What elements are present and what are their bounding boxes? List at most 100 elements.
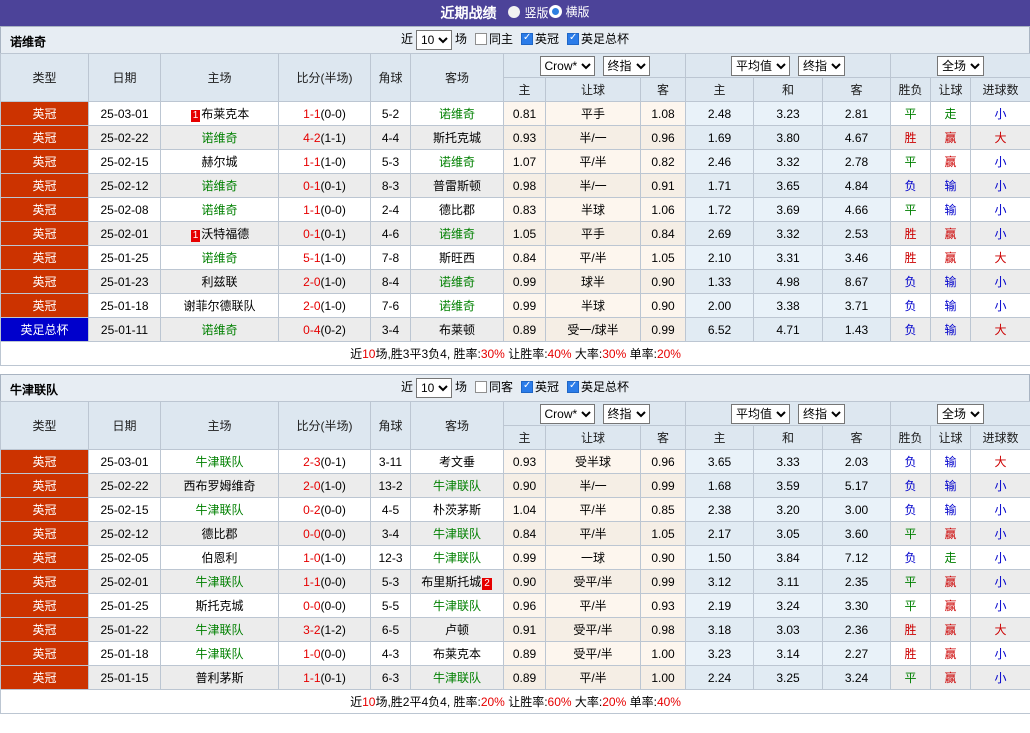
away-team[interactable]: 斯旺西 [410,245,504,270]
score[interactable]: 1-1(0-0) [278,569,371,594]
away-team[interactable]: 诺维奇 [410,101,504,126]
home-team[interactable]: 德比郡 [160,521,279,546]
scope-select[interactable]: 全场 [937,55,985,76]
away-team[interactable]: 牛津联队 [410,665,504,690]
league-type[interactable]: 英冠 [0,197,89,222]
score[interactable]: 0-1(0-1) [278,221,371,246]
odds-time-select[interactable]: 终指 [602,403,650,424]
league-type[interactable]: 英冠 [0,521,89,546]
league-type[interactable]: 英冠 [0,545,89,570]
home-team[interactable]: 伯恩利 [160,545,279,570]
score[interactable]: 2-0(1-0) [278,293,371,318]
home-team[interactable]: 牛津联队 [160,497,279,522]
score[interactable]: 1-0(0-0) [278,641,371,666]
same-venue-checkbox[interactable] [474,33,487,46]
games-count-select[interactable]: 10 [415,30,452,50]
home-team[interactable]: 牛津联队 [160,449,279,474]
scope-select[interactable]: 全场 [937,403,985,424]
home-team[interactable]: 牛津联队 [160,641,279,666]
bookmaker-select[interactable]: Crow* [539,403,595,424]
score[interactable]: 1-1(0-1) [278,665,371,690]
same-venue-checkbox[interactable] [474,381,487,394]
league-type[interactable]: 英冠 [0,101,89,126]
score[interactable]: 0-0(0-0) [278,593,371,618]
score[interactable]: 2-3(0-1) [278,449,371,474]
average-time-select[interactable]: 终指 [798,55,846,76]
layout-radio-option-horizontal[interactable]: 横版 [548,3,590,20]
score[interactable]: 3-2(1-2) [278,617,371,642]
home-team[interactable]: 牛津联队 [160,617,279,642]
league-facup-checked-checkbox[interactable] [567,32,580,46]
games-count-select[interactable]: 10 [415,378,452,398]
home-team[interactable]: 西布罗姆维奇 [160,473,279,498]
league-type[interactable]: 英冠 [0,665,89,690]
score[interactable]: 0-4(0-2) [278,317,371,342]
score[interactable]: 4-2(1-1) [278,125,371,150]
away-team[interactable]: 考文垂 [410,449,504,474]
home-team[interactable]: 诺维奇 [160,245,279,270]
away-team[interactable]: 牛津联队 [410,521,504,546]
away-team[interactable]: 诺维奇 [410,221,504,246]
layout-radio-option-vertical[interactable]: 竖版 [508,4,549,21]
away-team[interactable]: 德比郡 [410,197,504,222]
home-team[interactable]: 诺维奇 [160,125,279,150]
home-team[interactable]: 牛津联队 [160,569,279,594]
average-select[interactable]: 平均值 [731,403,791,424]
league-type[interactable]: 英冠 [0,641,89,666]
home-team[interactable]: 斯托克城 [160,593,279,618]
away-team[interactable]: 斯托克城 [410,125,504,150]
score[interactable]: 2-0(1-0) [278,473,371,498]
league-type[interactable]: 英冠 [0,125,89,150]
home-team[interactable]: 谢菲尔德联队 [160,293,279,318]
score[interactable]: 5-1(1-0) [278,245,371,270]
home-team[interactable]: 利兹联 [160,269,279,294]
away-team[interactable]: 普雷斯顿 [410,173,504,198]
away-team[interactable]: 卢顿 [410,617,504,642]
league-type[interactable]: 英冠 [0,569,89,594]
home-team[interactable]: 诺维奇 [160,317,279,342]
league-type[interactable]: 英冠 [0,221,89,246]
league-type[interactable]: 英冠 [0,149,89,174]
away-team[interactable]: 牛津联队 [410,593,504,618]
league-championship-checked-checkbox[interactable] [521,32,533,46]
radio-icon[interactable] [548,5,562,18]
league-type[interactable]: 英足总杯 [0,317,89,342]
away-team[interactable]: 布里斯托城 2 [410,569,504,594]
home-team[interactable]: 诺维奇 [160,173,279,198]
odds-time-select[interactable]: 终指 [602,55,650,76]
league-type[interactable]: 英冠 [0,269,89,294]
league-type[interactable]: 英冠 [0,173,89,198]
league-type[interactable]: 英冠 [0,245,89,270]
score[interactable]: 1-0(1-0) [278,545,371,570]
average-select[interactable]: 平均值 [731,55,791,76]
home-team[interactable]: 1 布莱克本 [160,101,279,126]
league-type[interactable]: 英冠 [0,293,89,318]
home-team[interactable]: 诺维奇 [160,197,279,222]
away-team[interactable]: 牛津联队 [410,545,504,570]
score[interactable]: 0-2(0-0) [278,497,371,522]
league-championship-checked-checkbox[interactable] [521,380,533,394]
average-time-select[interactable]: 终指 [798,403,846,424]
league-type[interactable]: 英冠 [0,473,89,498]
score[interactable]: 2-0(1-0) [278,269,371,294]
away-team[interactable]: 诺维奇 [410,149,504,174]
score[interactable]: 1-1(0-0) [278,101,371,126]
score[interactable]: 1-1(0-0) [278,197,371,222]
league-type[interactable]: 英冠 [0,617,89,642]
bookmaker-select[interactable]: Crow* [539,55,595,76]
home-team[interactable]: 赫尔城 [160,149,279,174]
away-team[interactable]: 牛津联队 [410,473,504,498]
league-type[interactable]: 英冠 [0,449,89,474]
score[interactable]: 0-0(0-0) [278,521,371,546]
away-team[interactable]: 朴茨茅斯 [410,497,504,522]
score[interactable]: 1-1(1-0) [278,149,371,174]
league-type[interactable]: 英冠 [0,593,89,618]
away-team[interactable]: 布莱克本 [410,641,504,666]
away-team[interactable]: 诺维奇 [410,293,504,318]
home-team[interactable]: 1 沃特福德 [160,221,279,246]
radio-icon[interactable] [508,6,521,18]
score[interactable]: 0-1(0-1) [278,173,371,198]
league-facup-checked-checkbox[interactable] [567,380,580,394]
league-type[interactable]: 英冠 [0,497,89,522]
away-team[interactable]: 布莱顿 [410,317,504,342]
